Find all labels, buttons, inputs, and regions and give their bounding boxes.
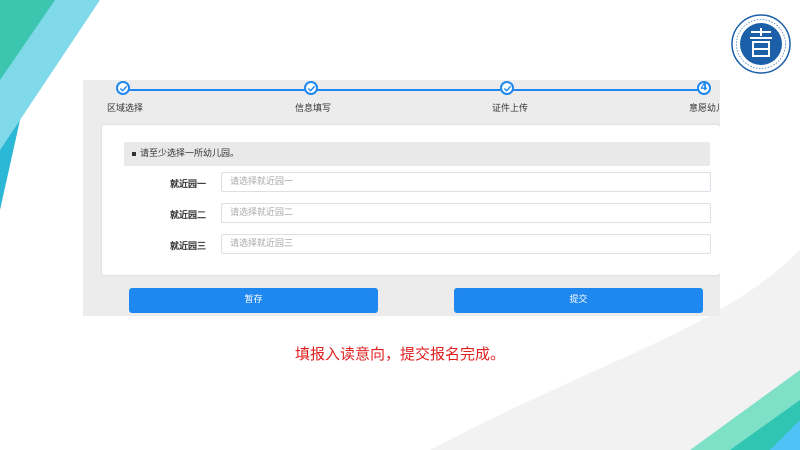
form-card: 请至少选择一所幼儿园。 就近园一 请选择就近园一 就近园二 请选择就近园二 就近…: [102, 125, 720, 275]
school-logo: [731, 14, 791, 74]
kindergarten-2-select[interactable]: 请选择就近园二: [221, 203, 711, 223]
save-draft-button[interactable]: 暂存: [129, 288, 378, 313]
kindergarten-1-select[interactable]: 请选择就近园一: [221, 172, 711, 192]
submit-button[interactable]: 提交: [454, 288, 703, 313]
step-label-2: 信息填写: [295, 104, 332, 114]
kindergarten-2-label: 就近园二: [170, 211, 207, 221]
progress-line: [123, 89, 708, 91]
bullet-icon: [132, 151, 136, 156]
notice-text: 请至少选择一所幼儿园。: [140, 149, 240, 159]
step-label-4: 意愿幼儿: [689, 104, 720, 114]
kindergarten-3-select[interactable]: 请选择就近园三: [221, 234, 711, 254]
step-label-3: 证件上传: [492, 104, 529, 114]
kindergarten-3-label: 就近园三: [170, 242, 207, 252]
step-2-check-icon: [304, 81, 318, 95]
step-1-check-icon: [116, 81, 130, 95]
step-4-number: 4: [697, 81, 711, 95]
kindergarten-1-label: 就近园一: [170, 180, 207, 190]
step-3-check-icon: [500, 81, 514, 95]
slide-caption: 填报入读意向，提交报名完成。: [294, 345, 505, 363]
step-label-1: 区域选择: [107, 104, 144, 114]
screenshot-panel: 区域选择 信息填写 证件上传 4 意愿幼儿 请至少选择一所幼儿园。 就近园一 请…: [83, 80, 720, 316]
notice-bar: 请至少选择一所幼儿园。: [124, 142, 710, 166]
